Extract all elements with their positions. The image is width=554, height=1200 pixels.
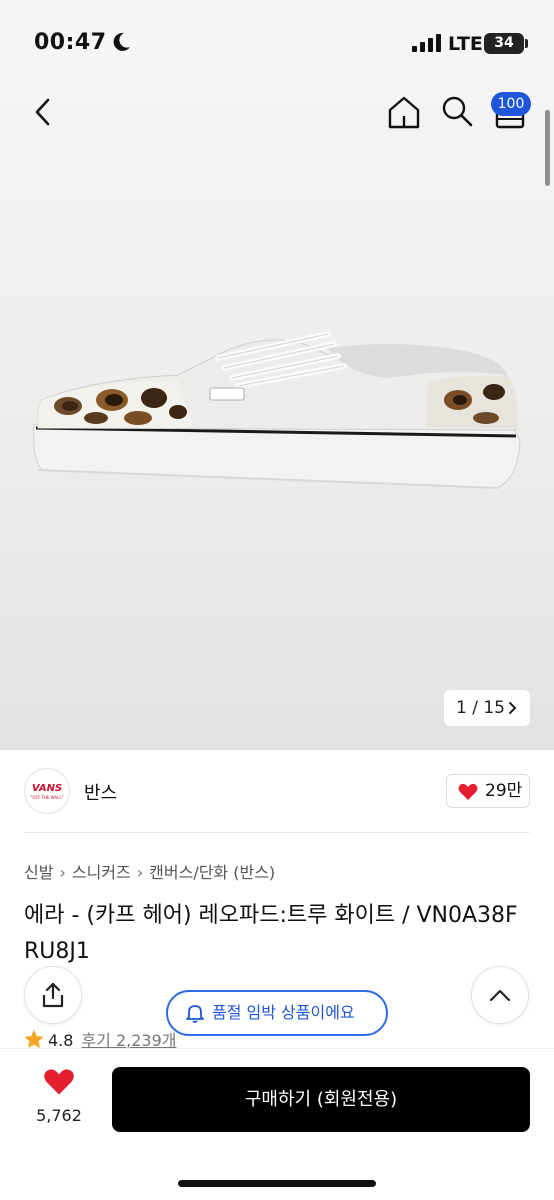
- cart-count-badge: 100: [491, 92, 531, 116]
- brand-logo[interactable]: VANS "OFF THE WALL": [24, 768, 70, 814]
- share-button[interactable]: [24, 966, 82, 1024]
- breadcrumb-item-shoes[interactable]: 신발: [24, 863, 53, 882]
- chevron-right-icon: [509, 702, 517, 714]
- scroll-to-top-button[interactable]: [471, 966, 529, 1024]
- breadcrumb-item-canvas[interactable]: 캔버스/단화 (반스): [149, 863, 275, 882]
- brand-like-button[interactable]: 29만: [446, 774, 530, 808]
- chevron-right-icon: ›: [136, 863, 144, 882]
- bottom-bar-divider: [0, 1048, 554, 1049]
- moon-icon: [113, 32, 130, 51]
- buy-button[interactable]: 구매하기 (회원전용): [112, 1067, 530, 1132]
- image-counter[interactable]: 1 / 15: [444, 690, 530, 726]
- share-icon: [42, 982, 64, 1008]
- search-icon[interactable]: [440, 94, 474, 128]
- heart-icon: [458, 783, 478, 800]
- battery-icon: 34: [484, 33, 524, 54]
- image-counter-text: 1 / 15: [456, 698, 505, 718]
- low-stock-toast: 품절 임박 상품이에요: [166, 990, 388, 1036]
- svg-text:VANS: VANS: [32, 783, 62, 794]
- wishlist-button[interactable]: 5,762: [24, 1068, 94, 1125]
- toast-message: 품절 임박 상품이에요: [212, 1003, 355, 1022]
- scrollbar[interactable]: [545, 110, 550, 186]
- product-title: 에라 - (카프 헤어) 레오파드:트루 화이트 / VN0A38FRU8J1: [24, 903, 518, 964]
- breadcrumb-item-sneakers[interactable]: 스니커즈: [72, 863, 131, 882]
- status-time: 00:47: [34, 30, 107, 55]
- chevron-up-icon: [489, 989, 511, 1002]
- chevron-right-icon: ›: [59, 863, 66, 882]
- signal-icon: [412, 34, 441, 52]
- back-icon[interactable]: [28, 96, 60, 128]
- vans-logo-icon: VANS "OFF THE WALL": [31, 783, 64, 800]
- wishlist-count: 5,762: [36, 1106, 82, 1125]
- heart-icon: [44, 1069, 74, 1095]
- brand-like-count: 29만: [485, 781, 523, 801]
- home-icon[interactable]: [386, 94, 422, 130]
- battery-tip: [525, 39, 528, 48]
- product-image: [33, 331, 521, 489]
- home-indicator[interactable]: [178, 1180, 376, 1187]
- bell-icon: [186, 1005, 204, 1023]
- svg-text:"OFF THE WALL": "OFF THE WALL": [31, 795, 64, 800]
- star-icon: [24, 1030, 44, 1048]
- status-bar: 00:47 LTE 34: [0, 0, 554, 80]
- breadcrumb: 신발 › 스니커즈 › 캔버스/단화 (반스): [24, 859, 275, 883]
- brand-name[interactable]: 반스: [84, 779, 117, 805]
- divider: [24, 832, 530, 833]
- network-type: LTE: [448, 33, 483, 55]
